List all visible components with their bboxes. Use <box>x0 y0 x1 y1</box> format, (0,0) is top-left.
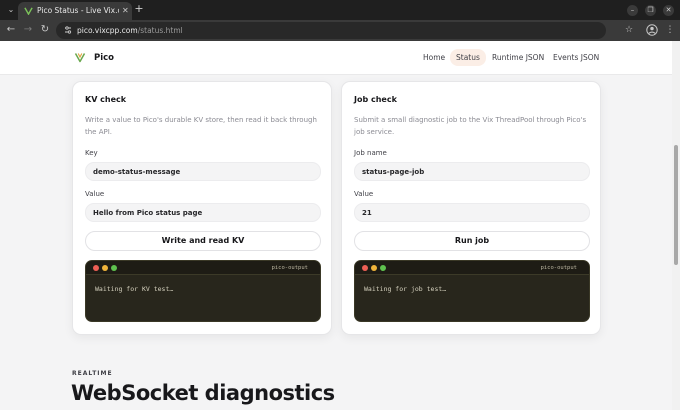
key-label: Key <box>85 149 98 157</box>
minimize-icon[interactable]: – <box>627 5 638 16</box>
forward-icon[interactable]: → <box>22 24 34 36</box>
kv-check-card: KV check Write a value to Pico's durable… <box>72 81 332 335</box>
page-viewport: Pico Home Status Runtime JSON Events JSO… <box>0 41 680 410</box>
bookmark-star-icon[interactable]: ☆ <box>623 24 635 36</box>
job-output-terminal: pico-output Waiting for job test… <box>354 260 590 322</box>
key-input[interactable]: demo-status-message <box>85 162 321 181</box>
terminal-header: pico-output <box>86 261 320 275</box>
job-name-input-value: status-page-job <box>362 168 425 176</box>
nav-status[interactable]: Status <box>450 49 486 66</box>
terminal-name: pico-output <box>540 265 577 271</box>
page-scrollbar[interactable] <box>672 41 680 410</box>
job-value-input-value: 21 <box>362 209 372 217</box>
nav-home[interactable]: Home <box>423 52 445 63</box>
yellow-dot-icon <box>102 265 108 271</box>
nav-events-json[interactable]: Events JSON <box>553 52 599 63</box>
card-title: Job check <box>354 95 397 104</box>
yellow-dot-icon <box>371 265 377 271</box>
section-title: WebSocket diagnostics <box>71 381 335 405</box>
green-dot-icon <box>111 265 117 271</box>
pico-favicon-icon <box>24 7 33 15</box>
address-bar[interactable]: pico.vixcpp.com/status.html <box>56 22 606 39</box>
site-info-icon[interactable] <box>63 25 73 35</box>
value-label: Value <box>354 190 374 198</box>
new-tab-icon[interactable]: + <box>133 3 145 15</box>
terminal-output-text: Waiting for job test… <box>364 285 447 293</box>
tab-close-icon[interactable]: ✕ <box>122 5 129 16</box>
write-and-read-kv-button[interactable]: Write and read KV <box>85 231 321 251</box>
terminal-header: pico-output <box>355 261 589 275</box>
terminal-name: pico-output <box>271 265 308 271</box>
profile-avatar-icon[interactable] <box>646 24 658 36</box>
nav-runtime-json[interactable]: Runtime JSON <box>492 52 544 63</box>
value-input-value: Hello from Pico status page <box>93 209 203 217</box>
site-navbar: Pico Home Status Runtime JSON Events JSO… <box>0 41 672 75</box>
url-host: pico.vixcpp.com <box>77 26 138 35</box>
card-description: Submit a small diagnostic job to the Vix… <box>354 116 587 136</box>
card-title: KV check <box>85 95 127 104</box>
browser-tab[interactable]: Pico Status - Live Vix.cpp ✕ <box>18 2 132 20</box>
value-label: Value <box>85 190 105 198</box>
tab-search-icon[interactable]: ⌄ <box>6 5 16 15</box>
brand-name[interactable]: Pico <box>94 52 114 64</box>
kv-output-terminal: pico-output Waiting for KV test… <box>85 260 321 322</box>
card-description: Write a value to Pico's durable KV store… <box>85 116 317 136</box>
terminal-output-text: Waiting for KV test… <box>95 285 174 293</box>
job-check-card: Job check Submit a small diagnostic job … <box>341 81 601 335</box>
browser-menu-icon[interactable]: ⋮ <box>664 24 676 36</box>
job-name-label: Job name <box>354 149 387 157</box>
tab-title: Pico Status - Live Vix.cpp <box>37 6 119 15</box>
pico-logo-icon[interactable] <box>74 51 86 63</box>
run-job-button[interactable]: Run job <box>354 231 590 251</box>
red-dot-icon <box>362 265 368 271</box>
url-text: pico.vixcpp.com/status.html <box>77 25 183 36</box>
scrollbar-thumb[interactable] <box>674 145 678 265</box>
red-dot-icon <box>93 265 99 271</box>
section-kicker: REALTIME <box>72 370 113 377</box>
browser-tab-strip: ⌄ Pico Status - Live Vix.cpp ✕ + – ❐ ✕ <box>0 0 680 20</box>
window-close-icon[interactable]: ✕ <box>663 5 674 16</box>
green-dot-icon <box>380 265 386 271</box>
job-value-input[interactable]: 21 <box>354 203 590 222</box>
value-input[interactable]: Hello from Pico status page <box>85 203 321 222</box>
url-path: /status.html <box>137 26 183 35</box>
restore-icon[interactable]: ❐ <box>645 5 656 16</box>
job-name-input[interactable]: status-page-job <box>354 162 590 181</box>
key-input-value: demo-status-message <box>93 168 181 176</box>
browser-toolbar: ← → ↻ pico.vixcpp.com/status.html ☆ ⋮ <box>0 20 680 41</box>
reload-icon[interactable]: ↻ <box>39 24 51 36</box>
back-icon[interactable]: ← <box>5 24 17 36</box>
